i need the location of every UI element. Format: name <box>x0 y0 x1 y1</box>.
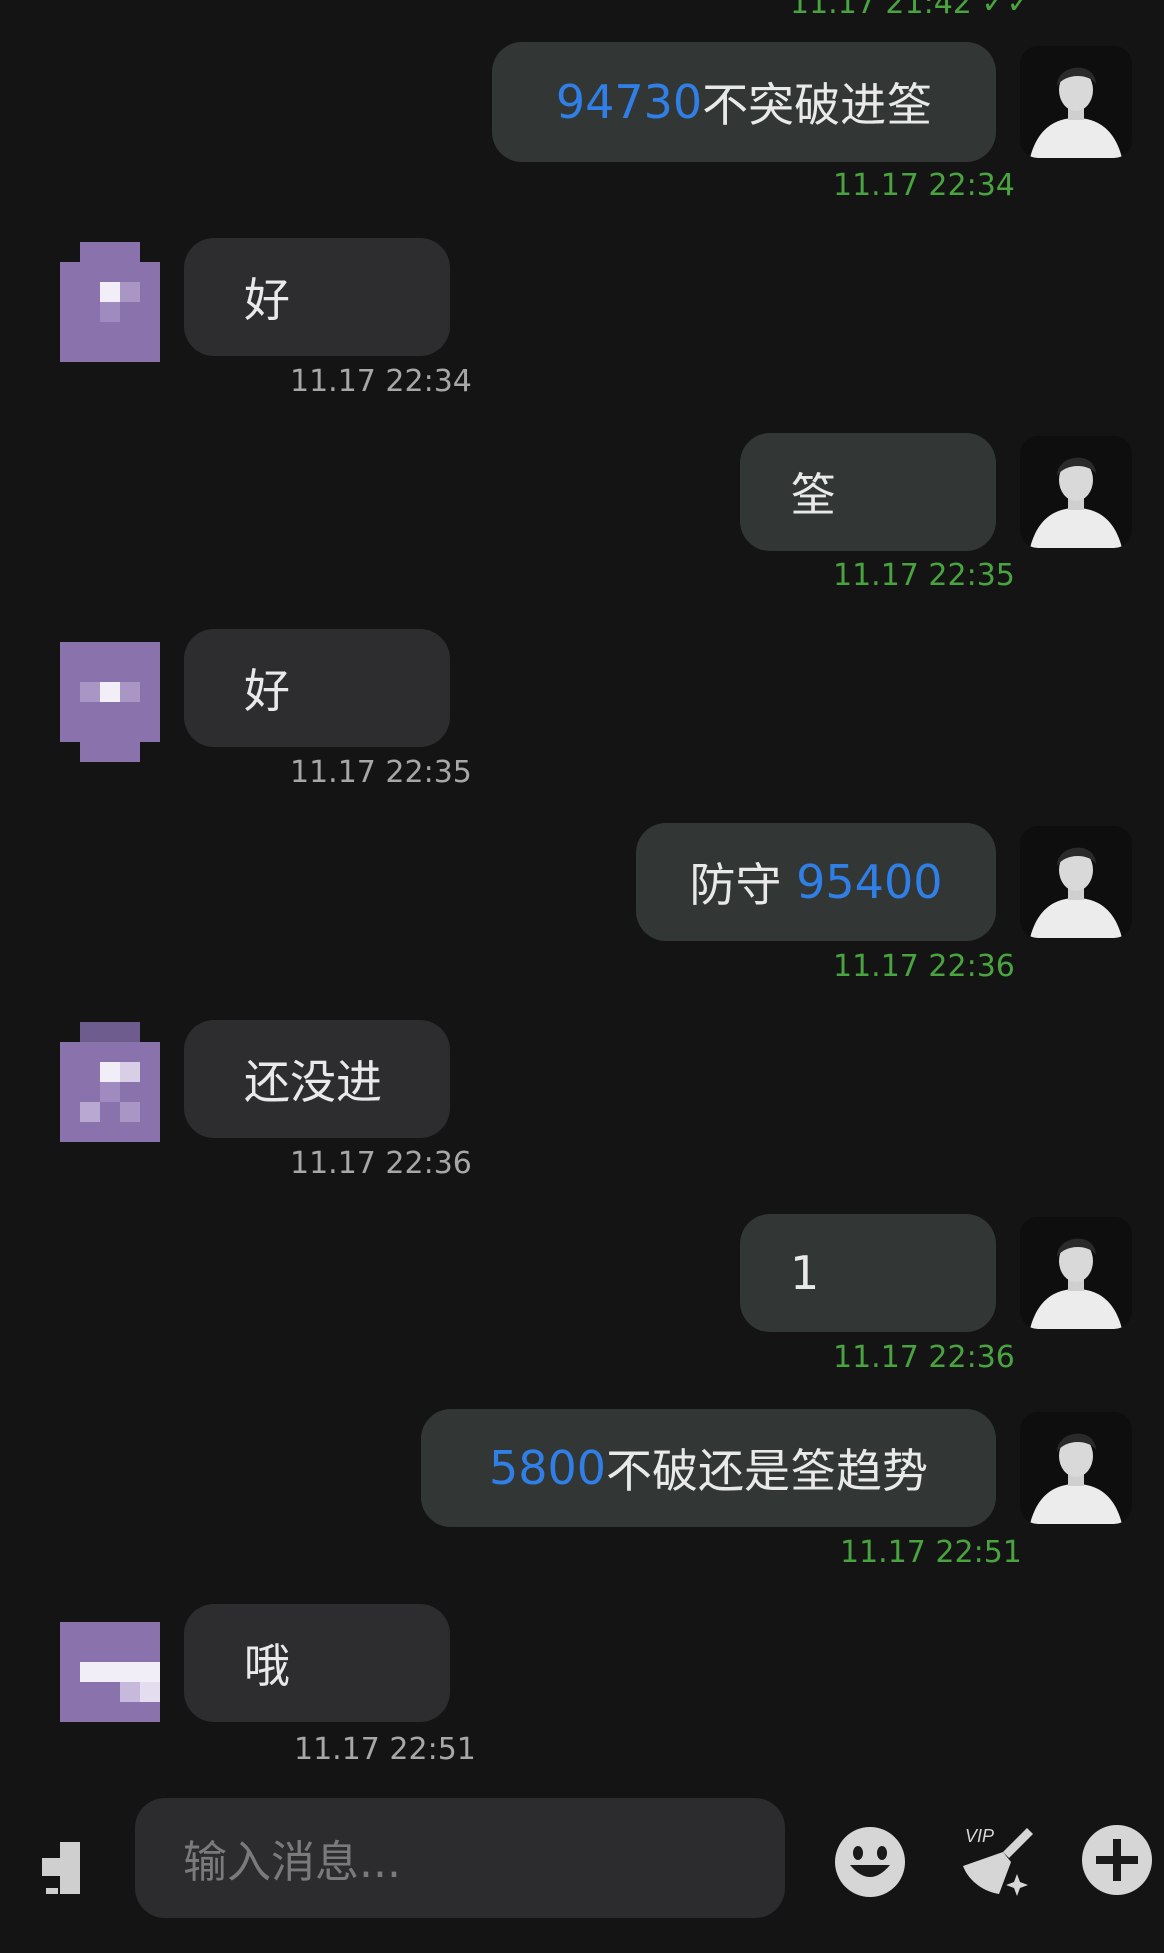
portrait-image <box>1020 826 1132 938</box>
my-avatar[interactable] <box>1020 1217 1132 1329</box>
message-text: 防守 <box>689 858 782 912</box>
message-timestamp: 11.17 22:35 <box>833 558 1015 593</box>
partial-timestamp: 11.17 21:42 ✓✓ <box>790 0 1032 21</box>
contact-avatar[interactable] <box>60 1022 160 1142</box>
message-bubble-outgoing[interactable]: 5800 不破还是筌趋势 <box>421 1409 996 1527</box>
message-timestamp: 11.17 22:51 <box>840 1535 1022 1570</box>
contact-avatar[interactable] <box>60 1622 160 1722</box>
highlighted-number[interactable]: 95400 <box>796 855 942 909</box>
message-timestamp: 11.17 22:36 <box>833 949 1015 984</box>
pixelated-avatar-image <box>60 642 160 762</box>
portrait-image <box>1020 1412 1132 1524</box>
message-timestamp: 11.17 22:34 <box>833 168 1015 203</box>
vip-broom-icon[interactable]: VIP <box>955 1822 1037 1904</box>
message-text: 不突破进筌 <box>702 78 933 132</box>
message-text: 筌 <box>790 468 836 522</box>
message-timestamp: 11.17 22:36 <box>290 1146 472 1181</box>
chat-screen: 11.17 21:42 ✓✓ 94730 不突破进筌 11.17 22:34 好… <box>0 0 1164 1953</box>
message-text: 好 <box>244 273 290 327</box>
message-text: 1 <box>790 1246 820 1300</box>
message-bubble-outgoing[interactable]: 筌 <box>740 433 996 551</box>
message-bubble-outgoing[interactable]: 1 <box>740 1214 996 1332</box>
message-bubble-outgoing[interactable]: 防守 95400 <box>636 823 996 941</box>
message-timestamp: 11.17 22:51 <box>294 1732 476 1767</box>
portrait-image <box>1020 46 1132 158</box>
my-avatar[interactable] <box>1020 46 1132 158</box>
message-bubble-incoming[interactable]: 好 <box>184 629 450 747</box>
plus-icon[interactable] <box>1080 1823 1154 1901</box>
message-input[interactable]: 输入消息... <box>135 1798 785 1918</box>
my-avatar[interactable] <box>1020 436 1132 548</box>
vip-label: VIP <box>965 1826 994 1846</box>
message-text: 不破还是筌趋势 <box>606 1444 929 1498</box>
pixelated-avatar-image <box>60 1622 160 1722</box>
message-timestamp: 11.17 22:35 <box>290 755 472 790</box>
message-timestamp: 11.17 22:36 <box>833 1340 1015 1375</box>
message-bubble-incoming[interactable]: 好 <box>184 238 450 356</box>
message-bubble-incoming[interactable]: 哦 <box>184 1604 450 1722</box>
input-placeholder: 输入消息... <box>183 1837 401 1888</box>
highlighted-number[interactable]: 94730 <box>556 75 702 129</box>
pixelated-avatar-image <box>60 242 160 362</box>
portrait-image <box>1020 436 1132 548</box>
message-bubble-incoming[interactable]: 还没进 <box>184 1020 450 1138</box>
message-text: 哦 <box>244 1639 290 1693</box>
message-timestamp: 11.17 22:34 <box>290 364 472 399</box>
contact-avatar[interactable] <box>60 242 160 362</box>
contact-avatar[interactable] <box>60 642 160 762</box>
pixelated-avatar-image <box>60 1022 160 1142</box>
portrait-image <box>1020 1217 1132 1329</box>
message-bubble-outgoing[interactable]: 94730 不突破进筌 <box>492 42 996 162</box>
highlighted-number[interactable]: 5800 <box>489 1441 606 1495</box>
message-text: 还没进 <box>244 1055 382 1109</box>
my-avatar[interactable] <box>1020 826 1132 938</box>
emoji-icon[interactable] <box>833 1825 907 1903</box>
message-text: 好 <box>244 664 290 718</box>
voice-toggle-icon[interactable] <box>38 1840 84 1900</box>
my-avatar[interactable] <box>1020 1412 1132 1524</box>
